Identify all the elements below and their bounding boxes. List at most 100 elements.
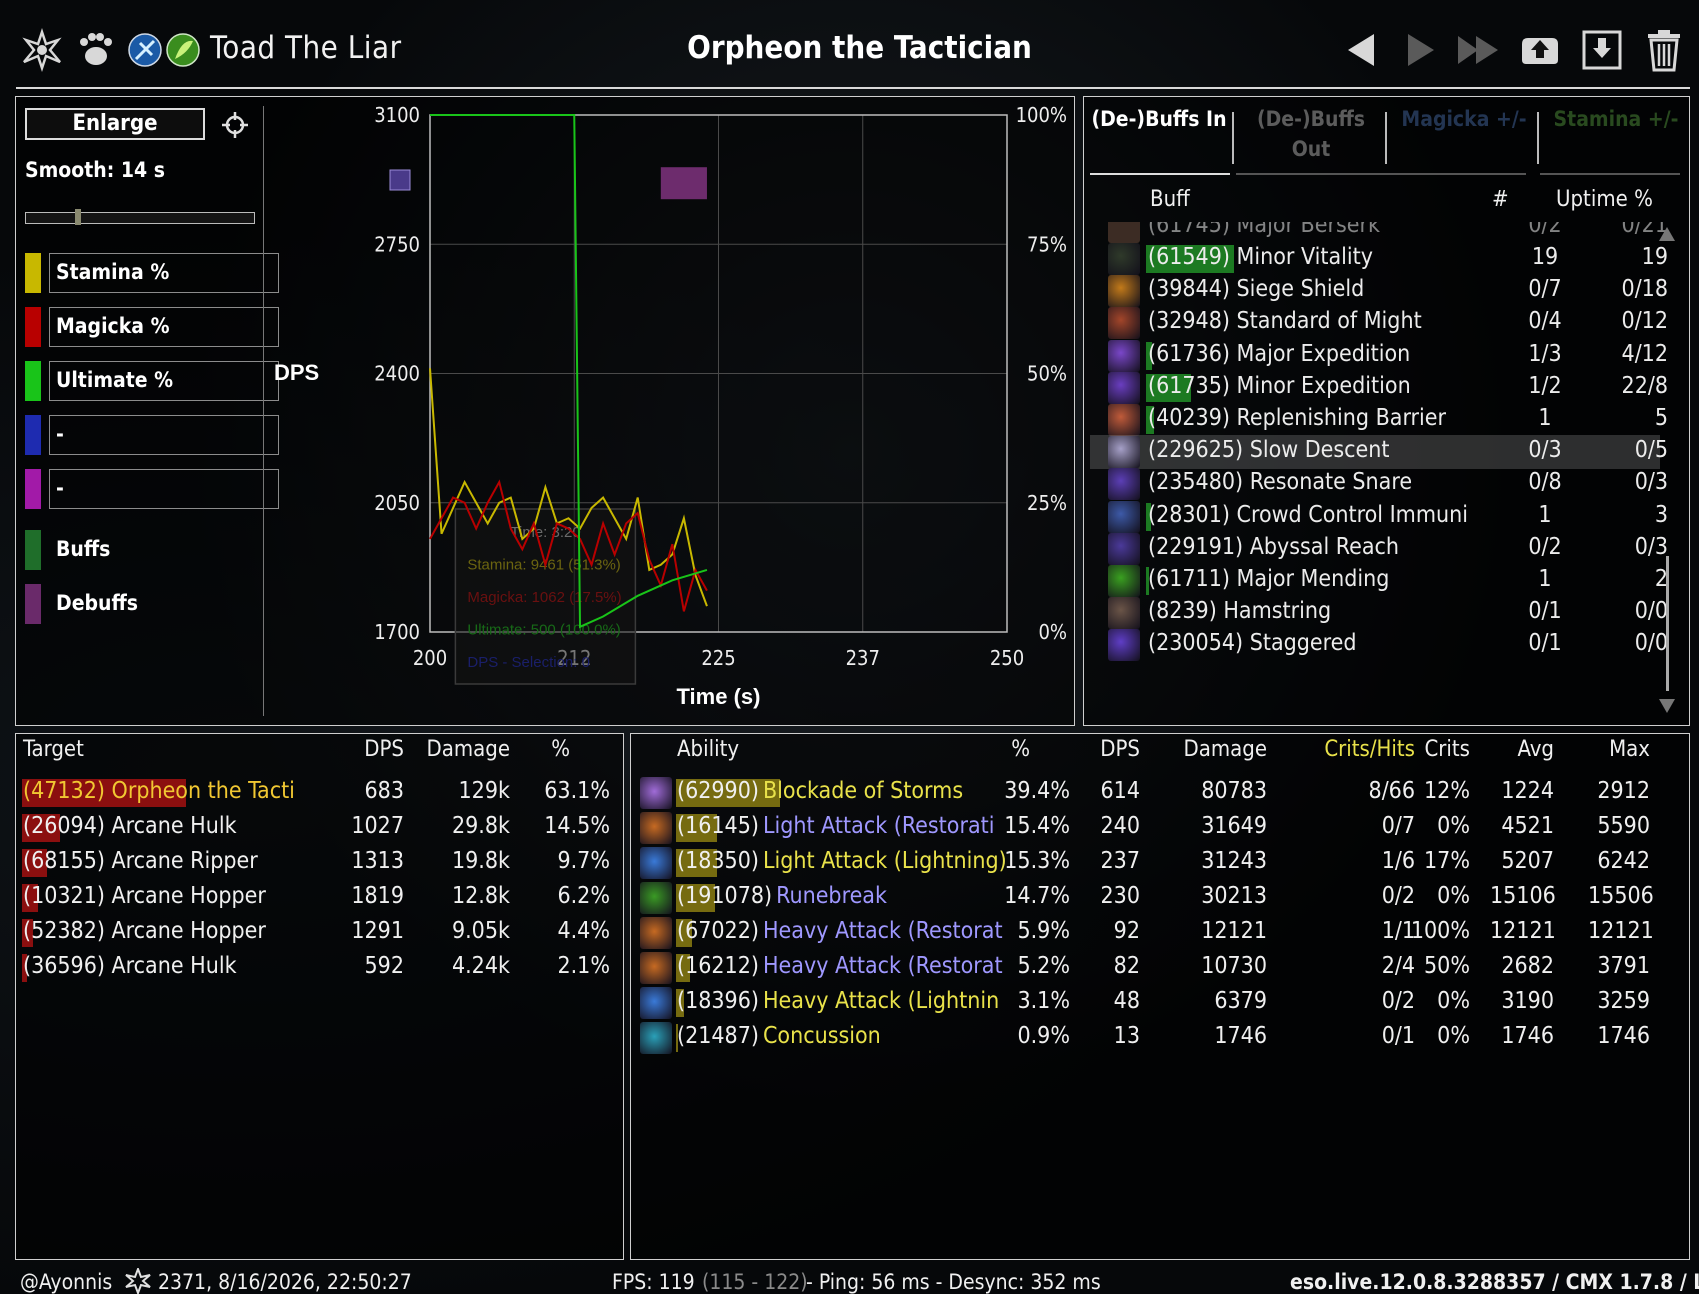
target-row[interactable]: (36596) Arcane Hulk 592 4.24k 2.1% <box>20 951 625 985</box>
ability-row[interactable]: (16212) Heavy Attack (Restorat 5.2% 82 10730… <box>638 951 1690 985</box>
ability-crits: 0% <box>1437 1023 1470 1049</box>
ability-id: (18396) <box>677 988 759 1014</box>
buff-row[interactable]: (8239) Hamstring 0/1 0/0 <box>1090 596 1668 630</box>
target-row[interactable]: (26094) Arcane Hulk 1027 29.8k 14.5% <box>20 811 625 845</box>
ability-row[interactable]: (16145) Light Attack (Restorati 15.4% 240 31… <box>638 811 1690 845</box>
count-column-header[interactable]: # <box>1492 187 1509 212</box>
target-damage-header[interactable]: Damage <box>420 737 510 762</box>
champion-points-icon <box>125 1268 151 1294</box>
buff-count: 0/4 <box>1528 308 1562 335</box>
dps-chart[interactable]: 20021222523725031002750240020501700100%7… <box>0 0 1090 730</box>
buff-name: (61736) Major Expedition <box>1148 340 1411 367</box>
ability-crits: 17% <box>1424 848 1470 874</box>
active-tab-underline <box>1090 173 1230 175</box>
target-dps-header[interactable]: DPS <box>340 737 404 762</box>
uptime-column-header[interactable]: Uptime % <box>1556 187 1653 212</box>
replenishing-barrier-icon <box>1108 404 1140 436</box>
ability-label: Blockade of Storms <box>762 778 964 804</box>
ability-max: 6242 <box>1597 848 1650 874</box>
buff-row[interactable]: (40239) Replenishing Barrier 1 5 <box>1090 403 1668 437</box>
buff-row[interactable]: (229191) Abyssal Reach 0/2 0/3 <box>1090 532 1668 566</box>
ability-row[interactable]: (18396) Heavy Attack (Lightnin 3.1% 48 6379 0… <box>638 986 1690 1020</box>
ability-row[interactable]: (21487) Concussion 0.9% 13 1746 0/1 0% 1746 1746 <box>638 1021 1690 1055</box>
buff-row[interactable]: (235480) Resonate Snare 0/8 0/3 <box>1090 467 1668 501</box>
buff-row[interactable]: (61735) Minor Expedition 1/2 22/8 <box>1090 371 1668 405</box>
major-berserk-icon <box>1108 222 1140 243</box>
ability-id: (16212) <box>677 953 759 979</box>
ability-crits: 50% <box>1424 953 1470 979</box>
buff-name: (61745) Major Berserk <box>1148 222 1380 238</box>
delete-icon[interactable] <box>1642 28 1686 72</box>
ability-max: 1746 <box>1597 1023 1650 1049</box>
ability-label: Light Attack (Restorati <box>762 813 995 839</box>
ability-max: 15506 <box>1588 883 1654 909</box>
ability-column-header[interactable]: Ability <box>677 737 739 762</box>
buff-scrollbar[interactable] <box>1666 556 1669 691</box>
buff-row[interactable]: (61549) Minor Vitality 19 19 <box>1090 242 1668 276</box>
buff-row[interactable]: (28301) Crowd Control Immuni 1 3 <box>1090 500 1668 534</box>
tab-magicka[interactable]: Magicka +/- <box>1390 104 1538 170</box>
ability-dps-header[interactable]: DPS <box>1080 737 1140 762</box>
max-header[interactable]: Max <box>1588 737 1650 762</box>
ability-pct: 15.4% <box>1004 813 1070 839</box>
ability-row[interactable]: (67022) Heavy Attack (Restorat 5.9% 92 12121… <box>638 916 1690 950</box>
buff-row[interactable]: (39844) Siege Shield 0/7 0/18 <box>1090 274 1668 308</box>
buff-row[interactable]: (61711) Major Mending 1 2 <box>1090 564 1668 598</box>
ability-max: 5590 <box>1597 813 1650 839</box>
crits-hits-header[interactable]: Crits/Hits <box>1290 737 1415 762</box>
target-row[interactable]: (47132) Orpheon the Tacti 683 129k 63.1% <box>20 776 625 810</box>
target-row[interactable]: (52382) Arcane Hopper 1291 9.05k 4.4% <box>20 916 625 950</box>
target-column-header[interactable]: Target <box>23 737 84 762</box>
buff-row[interactable]: (32948) Standard of Might 0/4 0/12 <box>1090 306 1668 340</box>
scroll-up-icon[interactable] <box>1658 226 1676 242</box>
scroll-down-icon[interactable] <box>1658 698 1676 714</box>
last-fight-icon[interactable] <box>1456 28 1500 72</box>
ability-damage: 31649 <box>1201 813 1267 839</box>
ability-row[interactable]: (18350) Light Attack (Lightning) 15.3% 237 3… <box>638 846 1690 880</box>
ability-damage-header[interactable]: Damage <box>1170 737 1267 762</box>
ability-damage: 6379 <box>1214 988 1267 1014</box>
buff-uptime: 0/3 <box>1634 469 1668 496</box>
minor-expedition-icon <box>1108 371 1140 404</box>
buff-list[interactable]: (61745) Major Berserk 0/2 0/21 (61549) M… <box>1090 222 1690 702</box>
tab-debuffs-in[interactable]: (De-)Buffs In <box>1085 104 1233 170</box>
previous-fight-icon[interactable] <box>1340 28 1384 72</box>
load-icon[interactable] <box>1580 28 1624 72</box>
ability-avg: 3190 <box>1501 988 1554 1014</box>
buff-count: 19 <box>1531 244 1559 270</box>
save-upload-icon[interactable] <box>1518 28 1562 72</box>
major-expedition-icon <box>1108 339 1140 372</box>
ability-crits-hits: 0/2 <box>1381 988 1415 1014</box>
tab-debuffs-out[interactable]: (De-)Buffs Out <box>1237 104 1385 170</box>
buff-row[interactable]: (230054) Staggered 0/1 0/0 <box>1090 628 1668 662</box>
ability-pct: 15.3% <box>1004 848 1070 874</box>
minor-vitality-icon <box>1108 243 1140 275</box>
buff-uptime: 22/8 <box>1621 372 1668 399</box>
ability-label: Concussion <box>762 1023 881 1049</box>
ability-pct-header[interactable]: % <box>1000 737 1030 762</box>
tab-stamina[interactable]: Stamina +/- <box>1542 104 1690 170</box>
target-name: (47132) Orpheon the Tacti <box>23 778 295 804</box>
buff-row-partial[interactable]: (61745) Major Berserk 0/2 0/21 <box>1090 222 1668 244</box>
avg-header[interactable]: Avg <box>1490 737 1554 762</box>
target-pct-header[interactable]: % <box>540 737 570 762</box>
buff-column-header[interactable]: Buff <box>1150 187 1190 212</box>
target-pct: 2.1% <box>557 953 610 979</box>
target-row[interactable]: (10321) Arcane Hopper 1819 12.8k 6.2% <box>20 881 625 915</box>
buff-count: 1 <box>1538 566 1552 592</box>
crits-header[interactable]: Crits <box>1410 737 1470 762</box>
ability-pct: 5.9% <box>1017 918 1070 944</box>
target-dps: 1027 <box>351 813 404 839</box>
ability-crits: 0% <box>1437 883 1470 909</box>
buff-row[interactable]: (229625) Slow Descent 0/3 0/5 <box>1090 435 1668 470</box>
target-row[interactable]: (68155) Arcane Ripper 1313 19.8k 9.7% <box>20 846 625 880</box>
ability-row[interactable]: (62990) Blockade of Storms 39.4% 614 80783 8/… <box>638 776 1690 810</box>
target-damage: 19.8k <box>451 848 510 874</box>
buff-uptime: 0/5 <box>1634 437 1668 464</box>
target-dps: 1313 <box>351 848 404 874</box>
ability-row[interactable]: (191078) Runebreak 14.7% 230 30213 0/2 0% 15106… <box>638 881 1690 915</box>
next-fight-icon[interactable] <box>1398 28 1442 72</box>
ability-label: Heavy Attack (Restorat <box>762 953 1003 979</box>
ability-avg: 5207 <box>1501 848 1554 874</box>
buff-row[interactable]: (61736) Major Expedition 1/3 4/12 <box>1090 339 1668 373</box>
